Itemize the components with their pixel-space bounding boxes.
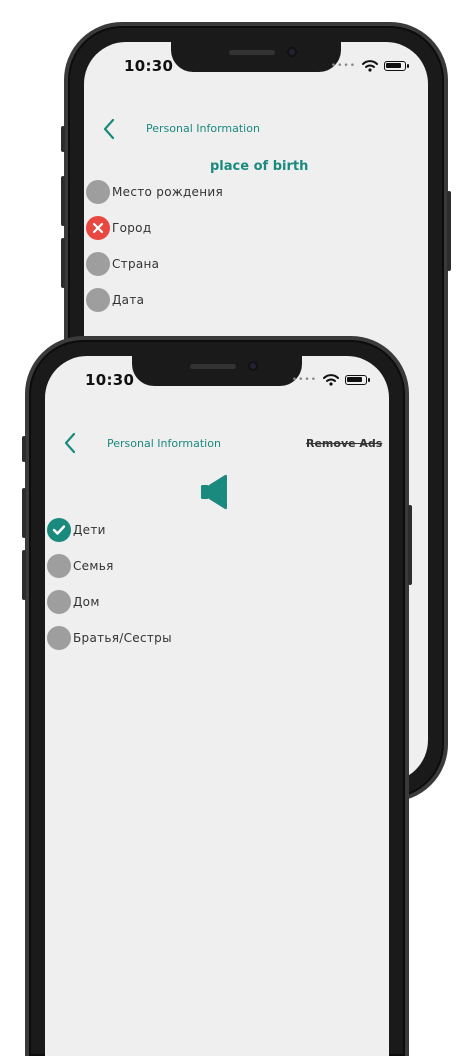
status-time: 10:30 [85, 371, 135, 389]
remove-ads-button[interactable]: Remove Ads [306, 437, 382, 450]
answer-label: Семья [73, 559, 114, 573]
earpiece [190, 364, 236, 369]
status-icons: •••• [291, 374, 370, 386]
mute-switch [61, 126, 65, 152]
section-title: place of birth [210, 159, 309, 174]
answer-label: Братья/Сестры [73, 631, 172, 645]
volume-up-button [22, 488, 26, 538]
power-button [447, 191, 451, 271]
answer-item[interactable]: Место рождения [86, 174, 223, 210]
answer-label: Место рождения [112, 185, 223, 199]
wifi-icon [323, 374, 339, 386]
chevron-left-icon[interactable] [102, 118, 116, 140]
mute-switch [22, 436, 26, 462]
volume-up-button [61, 176, 65, 226]
earpiece [229, 50, 275, 55]
answer-list: Дети Семья Дом Братья/Сестры [47, 512, 172, 656]
front-phone-frame: 10:30 •••• Personal Information Remove A… [22, 336, 412, 1056]
answer-item[interactable]: Дом [47, 584, 172, 620]
volume-down-button [22, 550, 26, 600]
status-circle [47, 590, 71, 614]
header-title: Personal Information [146, 122, 260, 135]
header-title: Personal Information [107, 437, 221, 450]
answer-item[interactable]: Страна [86, 246, 223, 282]
answer-label: Дата [112, 293, 145, 307]
status-circle [47, 554, 71, 578]
answer-item[interactable]: Братья/Сестры [47, 620, 172, 656]
answer-item[interactable]: Дети [47, 512, 172, 548]
close-icon [92, 222, 104, 234]
speaker-icon[interactable] [201, 474, 227, 510]
answer-label: Страна [112, 257, 160, 271]
notch [171, 42, 341, 72]
status-circle [86, 180, 110, 204]
wifi-icon [362, 60, 378, 72]
status-circle [86, 288, 110, 312]
status-circle [47, 626, 71, 650]
status-circle [47, 518, 71, 542]
chevron-left-icon[interactable] [63, 432, 77, 454]
battery-icon [345, 375, 370, 385]
status-time: 10:30 [124, 57, 174, 75]
front-screen: 10:30 •••• Personal Information Remove A… [45, 356, 389, 1056]
volume-down-button [61, 238, 65, 288]
status-circle [86, 216, 110, 240]
answer-list: Место рождения Город Страна Дата [86, 174, 223, 318]
check-icon [52, 525, 66, 535]
answer-item[interactable]: Семья [47, 548, 172, 584]
answer-item[interactable]: Город [86, 210, 223, 246]
answer-label: Город [112, 221, 152, 235]
front-camera [287, 47, 297, 57]
answer-label: Дети [73, 523, 106, 537]
answer-item[interactable]: Дата [86, 282, 223, 318]
notch [132, 356, 302, 386]
front-camera [248, 361, 258, 371]
signal-icon: •••• [330, 61, 356, 71]
status-circle [86, 252, 110, 276]
signal-icon: •••• [291, 375, 317, 385]
status-icons: •••• [330, 60, 409, 72]
answer-label: Дом [73, 595, 100, 609]
battery-icon [384, 61, 409, 71]
power-button [408, 505, 412, 585]
